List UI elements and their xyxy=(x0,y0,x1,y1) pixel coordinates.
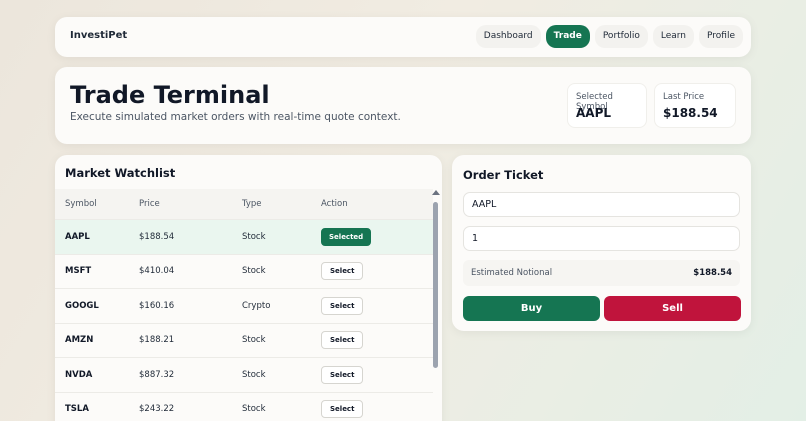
last-price-card: Last Price $188.54 xyxy=(654,83,736,128)
table-row[interactable]: AMZN $188.21 Stock Select xyxy=(55,322,433,358)
nav-trade[interactable]: Trade xyxy=(545,25,590,48)
row-price: $410.04 xyxy=(139,266,175,277)
top-nav: InvestiPet Dashboard Trade Portfolio Lea… xyxy=(55,17,751,57)
select-button[interactable]: Select xyxy=(321,331,364,350)
selected-symbol-value: AAPL xyxy=(576,106,612,120)
page-title: Trade Terminal xyxy=(70,81,270,109)
table-row[interactable]: NVDA $887.32 Stock Select xyxy=(55,357,433,392)
row-price: $188.21 xyxy=(139,335,175,346)
watchlist-table: Symbol Price Type Action AAPL $188.54 St… xyxy=(55,189,433,421)
page-subtitle: Execute simulated market orders with rea… xyxy=(70,111,401,123)
sell-button[interactable]: Sell xyxy=(604,296,741,321)
col-type: Type xyxy=(242,199,262,209)
row-symbol: TSLA xyxy=(65,404,89,415)
last-price-value: $188.54 xyxy=(663,106,718,120)
row-type: Stock xyxy=(242,404,266,415)
scroll-up-arrow-icon[interactable] xyxy=(432,190,440,195)
row-type: Stock xyxy=(242,369,266,380)
symbol-input[interactable]: AAPL xyxy=(463,192,740,217)
table-header: Symbol Price Type Action xyxy=(55,189,433,219)
row-symbol: AAPL xyxy=(65,231,90,242)
estimated-notional: Estimated Notional $188.54 xyxy=(463,260,740,286)
notional-value: $188.54 xyxy=(693,268,732,278)
row-type: Stock xyxy=(242,335,266,346)
nav-dashboard[interactable]: Dashboard xyxy=(475,25,541,48)
notional-label: Estimated Notional xyxy=(471,268,553,278)
watchlist-scrollbar[interactable] xyxy=(432,190,440,421)
row-price: $243.22 xyxy=(139,404,175,415)
select-button[interactable]: Select xyxy=(321,400,364,419)
table-row[interactable]: AAPL $188.54 Stock Selected xyxy=(55,219,433,254)
select-button[interactable]: Select xyxy=(321,296,364,315)
row-symbol: GOOGL xyxy=(65,300,99,311)
row-type: Crypto xyxy=(242,300,271,311)
row-symbol: NVDA xyxy=(65,369,93,380)
table-row[interactable]: GOOGL $160.16 Crypto Select xyxy=(55,288,433,323)
buy-button[interactable]: Buy xyxy=(463,296,600,321)
row-price: $160.16 xyxy=(139,300,175,311)
scrollbar-thumb[interactable] xyxy=(433,202,438,368)
order-ticket-title: Order Ticket xyxy=(463,168,544,182)
watchlist-title: Market Watchlist xyxy=(65,166,176,180)
nav-profile[interactable]: Profile xyxy=(699,25,743,48)
selected-button[interactable]: Selected xyxy=(321,227,372,246)
nav-learn[interactable]: Learn xyxy=(652,25,695,48)
col-symbol: Symbol xyxy=(65,199,97,209)
quantity-input[interactable]: 1 xyxy=(463,226,740,251)
row-symbol: AMZN xyxy=(65,335,94,346)
nav-links: Dashboard Trade Portfolio Learn Profile xyxy=(475,25,743,48)
watchlist-panel: Market Watchlist Symbol Price Type Actio… xyxy=(55,155,442,421)
select-button[interactable]: Select xyxy=(321,262,364,281)
brand-logo[interactable]: InvestiPet xyxy=(70,30,127,41)
table-row[interactable]: TSLA $243.22 Stock Select xyxy=(55,391,433,421)
last-price-label: Last Price xyxy=(663,92,705,102)
order-ticket-panel: Order Ticket AAPL 1 Estimated Notional $… xyxy=(452,155,751,331)
row-price: $188.54 xyxy=(139,231,175,242)
nav-portfolio[interactable]: Portfolio xyxy=(594,25,648,48)
table-row[interactable]: MSFT $410.04 Stock Select xyxy=(55,253,433,289)
col-action: Action xyxy=(321,199,348,209)
row-price: $887.32 xyxy=(139,369,175,380)
page-header: Trade Terminal Execute simulated market … xyxy=(55,67,751,144)
row-type: Stock xyxy=(242,266,266,277)
row-type: Stock xyxy=(242,231,266,242)
row-symbol: MSFT xyxy=(65,266,92,277)
selected-symbol-card: Selected Symbol AAPL xyxy=(567,83,647,128)
select-button[interactable]: Select xyxy=(321,365,364,384)
col-price: Price xyxy=(139,199,160,209)
